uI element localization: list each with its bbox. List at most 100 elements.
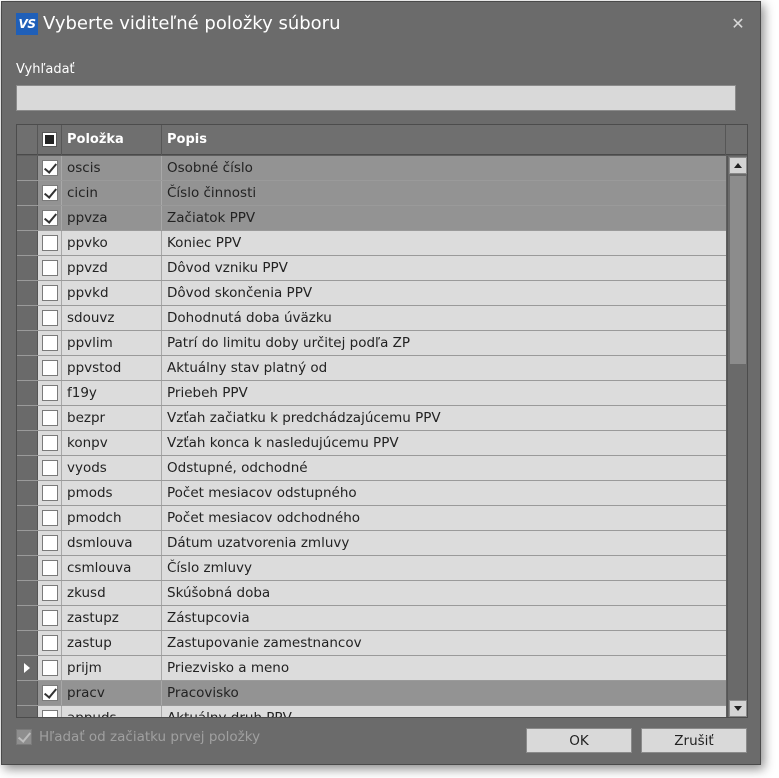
row-indicator-cell[interactable] <box>17 581 38 605</box>
row-indicator-cell[interactable] <box>17 556 38 580</box>
select-all-checkbox[interactable] <box>42 132 57 147</box>
row-indicator-cell[interactable] <box>17 631 38 655</box>
column-header-description[interactable]: Popis <box>162 125 726 155</box>
row-indicator-cell[interactable] <box>17 406 38 430</box>
row-description: Zástupcovia <box>167 610 250 626</box>
table-row[interactable]: ppvza Začiatok PPV <box>17 206 726 231</box>
table-row[interactable]: ppvkd Dôvod skončenia PPV <box>17 281 726 306</box>
row-checkbox[interactable] <box>42 485 58 501</box>
row-checkbox[interactable] <box>42 460 58 476</box>
caret-right-icon <box>24 663 30 673</box>
row-checkbox[interactable] <box>42 535 58 551</box>
row-checkbox[interactable] <box>42 335 58 351</box>
table-row[interactable]: pracv Pracovisko <box>17 681 726 706</box>
row-checkbox[interactable] <box>42 635 58 651</box>
scroll-down-icon[interactable] <box>729 700 747 717</box>
row-checkbox[interactable] <box>42 610 58 626</box>
row-item-code: csmlouva <box>62 556 162 580</box>
row-checkbox[interactable] <box>42 160 58 176</box>
row-description: Dôvod skončenia PPV <box>167 285 313 301</box>
row-indicator-cell[interactable] <box>17 156 38 180</box>
table-row[interactable]: sdouvz Dohodnutá doba úväzku <box>17 306 726 331</box>
row-indicator-cell[interactable] <box>17 456 38 480</box>
table-row[interactable]: csmlouva Číslo zmluvy <box>17 556 726 581</box>
vertical-scrollbar[interactable] <box>727 156 747 717</box>
row-checkbox[interactable] <box>42 585 58 601</box>
row-item-code: bezpr <box>62 406 162 430</box>
row-checkbox[interactable] <box>42 685 58 701</box>
row-item-code: ppvza <box>62 206 162 230</box>
row-indicator-cell[interactable] <box>17 356 38 380</box>
row-checkbox-cell <box>38 706 62 717</box>
column-header-item[interactable]: Položka <box>62 125 162 155</box>
row-checkbox[interactable] <box>42 210 58 226</box>
row-indicator-cell[interactable] <box>17 706 38 717</box>
row-checkbox[interactable] <box>42 235 58 251</box>
row-indicator-cell[interactable] <box>17 606 38 630</box>
table-row[interactable]: ppvstod Aktuálny stav platný od <box>17 356 726 381</box>
row-indicator-cell[interactable] <box>17 306 38 330</box>
row-checkbox[interactable] <box>42 435 58 451</box>
table-row[interactable]: ppvko Koniec PPV <box>17 231 726 256</box>
row-indicator-cell[interactable] <box>17 656 38 680</box>
row-indicator-cell[interactable] <box>17 181 38 205</box>
cancel-button[interactable]: Zrušiť <box>641 728 747 753</box>
row-description: Skúšobná doba <box>167 585 271 601</box>
table-row[interactable]: zastup Zastupovanie zamestnancov <box>17 631 726 656</box>
row-indicator-cell[interactable] <box>17 256 38 280</box>
row-checkbox-cell <box>38 531 62 555</box>
row-item-code: pmods <box>62 481 162 505</box>
grid-rows: oscis Osobné číslo cicin Číslo činnosti ppvz… <box>17 156 726 717</box>
row-checkbox[interactable] <box>42 185 58 201</box>
row-indicator-cell[interactable] <box>17 481 38 505</box>
scroll-up-icon[interactable] <box>729 157 747 174</box>
table-row[interactable]: prijm Priezvisko a meno <box>17 656 726 681</box>
row-checkbox[interactable] <box>42 660 58 676</box>
table-row[interactable]: cicin Číslo činnosti <box>17 181 726 206</box>
row-item-code: ppvko <box>62 231 162 255</box>
row-checkbox-cell <box>38 356 62 380</box>
row-item-code: pracv <box>62 681 162 705</box>
row-indicator-cell[interactable] <box>17 331 38 355</box>
row-checkbox[interactable] <box>42 360 58 376</box>
table-row[interactable]: vyods Odstupné, odchodné <box>17 456 726 481</box>
close-icon[interactable]: ✕ <box>728 14 748 34</box>
table-row[interactable]: konpv Vzťah konca k nasledujúcemu PPV <box>17 431 726 456</box>
row-indicator-cell[interactable] <box>17 506 38 530</box>
row-item-code: pmodch <box>62 506 162 530</box>
row-checkbox[interactable] <box>42 560 58 576</box>
table-row[interactable]: zastupz Zástupcovia <box>17 606 726 631</box>
row-checkbox[interactable] <box>42 285 58 301</box>
row-description: Počet mesiacov odchodného <box>167 510 361 526</box>
search-from-start-checkbox[interactable] <box>16 729 32 745</box>
row-indicator-cell[interactable] <box>17 381 38 405</box>
row-checkbox[interactable] <box>42 410 58 426</box>
table-row[interactable]: zkusd Skúšobná doba <box>17 581 726 606</box>
table-row[interactable]: f19y Priebeh PPV <box>17 381 726 406</box>
table-row[interactable]: oscis Osobné číslo <box>17 156 726 181</box>
scroll-thumb[interactable] <box>730 176 746 364</box>
table-row[interactable]: ppvlim Patrí do limitu doby určitej podľa… <box>17 331 726 356</box>
table-row[interactable]: pmods Počet mesiacov odstupného <box>17 481 726 506</box>
ok-button[interactable]: OK <box>526 728 632 753</box>
table-row[interactable]: pmodch Počet mesiacov odchodného <box>17 506 726 531</box>
row-indicator-cell[interactable] <box>17 281 38 305</box>
row-checkbox[interactable] <box>42 510 58 526</box>
row-checkbox[interactable] <box>42 310 58 326</box>
row-description: Počet mesiacov odstupného <box>167 485 357 501</box>
row-checkbox[interactable] <box>42 710 58 717</box>
row-indicator-cell[interactable] <box>17 681 38 705</box>
table-row[interactable]: ppvzd Dôvod vzniku PPV <box>17 256 726 281</box>
table-row[interactable]: bezpr Vzťah začiatku k predchádzajúcemu P… <box>17 406 726 431</box>
row-checkbox[interactable] <box>42 385 58 401</box>
table-row[interactable]: appuds Aktuálny druh PPV <box>17 706 726 717</box>
row-indicator-cell[interactable] <box>17 431 38 455</box>
row-indicator-cell[interactable] <box>17 531 38 555</box>
row-indicator-cell[interactable] <box>17 231 38 255</box>
row-checkbox[interactable] <box>42 260 58 276</box>
row-checkbox-cell <box>38 456 62 480</box>
search-input[interactable] <box>16 85 736 111</box>
row-indicator-cell[interactable] <box>17 206 38 230</box>
header-select-all-cell <box>38 125 62 155</box>
table-row[interactable]: dsmlouva Dátum uzatvorenia zmluvy <box>17 531 726 556</box>
